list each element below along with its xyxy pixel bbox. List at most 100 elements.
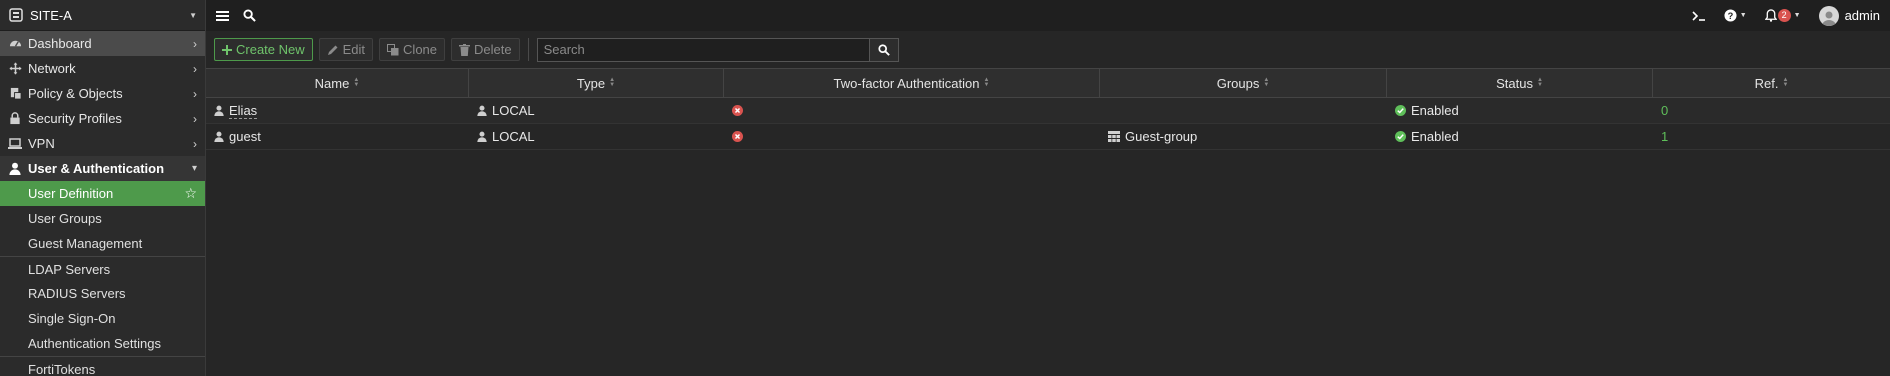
dashboard-icon	[8, 37, 22, 51]
sidebar-item-vpn[interactable]: VPN ›	[0, 131, 205, 156]
cell-ref: 1	[1653, 124, 1890, 149]
column-header-groups[interactable]: Groups ▲ ▼	[1100, 69, 1387, 97]
svg-text:?: ?	[1727, 11, 1733, 21]
sidebar-subitem-single-sign-on[interactable]: Single Sign-On	[0, 306, 205, 331]
create-new-label: Create New	[236, 42, 305, 57]
lock-icon	[8, 112, 22, 126]
user-icon	[214, 105, 224, 116]
groups-value: Guest-group	[1125, 129, 1198, 144]
caret-down-icon: ▼	[1739, 12, 1747, 19]
user-name-link[interactable]: guest	[229, 129, 261, 144]
chevron-right-icon: ›	[193, 86, 197, 101]
caret-down-icon: ▼	[189, 10, 197, 20]
sidebar-item-network[interactable]: Network ›	[0, 56, 205, 81]
sidebar-subitem-user-groups[interactable]: User Groups	[0, 206, 205, 231]
user-icon	[8, 162, 22, 176]
sidebar-item-label: Security Profiles	[28, 111, 122, 126]
sidebar-subitem-radius-servers[interactable]: RADIUS Servers	[0, 281, 205, 306]
chevron-right-icon: ›	[193, 61, 197, 76]
sidebar-subitem-label: RADIUS Servers	[28, 286, 126, 301]
sort-icon: ▲ ▼	[1782, 77, 1789, 88]
cell-status: Enabled	[1387, 98, 1653, 123]
delete-button[interactable]: Delete	[451, 38, 520, 61]
user-icon	[477, 105, 487, 116]
table-row[interactable]: Elias LOCAL Enabled 0	[206, 98, 1890, 124]
sidebar-item-security-profiles[interactable]: Security Profiles ›	[0, 106, 205, 131]
chevron-down-icon: ▾	[191, 163, 197, 174]
sidebar-subitem-authentication-settings[interactable]: Authentication Settings	[0, 331, 205, 356]
bell-icon	[1764, 9, 1777, 22]
column-header-type[interactable]: Type ▲ ▼	[469, 69, 724, 97]
sidebar: SITE-A ▼ Dashboard › Network › Policy & …	[0, 0, 206, 376]
laptop-icon	[8, 137, 22, 151]
column-header-two-factor[interactable]: Two-factor Authentication ▲ ▼	[724, 69, 1100, 97]
ref-count-link[interactable]: 1	[1661, 129, 1668, 144]
create-new-button[interactable]: Create New	[214, 38, 313, 61]
status-value: Enabled	[1411, 103, 1459, 118]
column-label: Ref.	[1754, 75, 1779, 91]
pencil-icon	[327, 44, 339, 56]
column-label: Two-factor Authentication	[833, 75, 980, 91]
ref-count-link[interactable]: 0	[1661, 103, 1668, 118]
network-icon	[8, 62, 22, 76]
table-row[interactable]: guest LOCAL Guest-group Enabled 1	[206, 124, 1890, 150]
sidebar-item-label: Policy & Objects	[28, 86, 123, 101]
sidebar-item-user-authentication[interactable]: User & Authentication ▾	[0, 156, 205, 181]
type-value: LOCAL	[492, 129, 535, 144]
sidebar-subitem-label: LDAP Servers	[28, 261, 111, 277]
search-submit-button[interactable]	[869, 37, 899, 62]
cell-type: LOCAL	[469, 124, 724, 149]
enabled-check-icon	[1395, 105, 1406, 116]
device-selector[interactable]: SITE-A ▼	[0, 0, 205, 31]
sidebar-subitem-label: User Groups	[28, 211, 102, 226]
column-label: Groups	[1216, 75, 1260, 91]
group-table-icon	[1108, 131, 1120, 142]
user-name-link[interactable]: Elias	[229, 103, 258, 119]
caret-down-icon: ▼	[1793, 12, 1801, 19]
sidebar-item-label: Network	[28, 61, 76, 76]
search-input[interactable]	[536, 37, 870, 62]
clone-icon	[387, 43, 399, 56]
cell-name: guest	[206, 124, 469, 149]
notifications-button[interactable]: 2 ▼	[1764, 9, 1801, 22]
sort-icon: ▲ ▼	[1536, 77, 1543, 88]
sidebar-subitem-guest-management[interactable]: Guest Management	[0, 231, 205, 256]
cell-groups	[1100, 98, 1387, 123]
sidebar-subitem-label: Authentication Settings	[28, 336, 161, 351]
user-menu[interactable]: admin	[1818, 5, 1880, 26]
cli-console-icon[interactable]	[1692, 10, 1706, 22]
column-header-ref[interactable]: Ref. ▲ ▼	[1653, 69, 1890, 97]
toolbar-divider	[527, 38, 529, 61]
sidebar-subitem-ldap-servers[interactable]: LDAP Servers	[0, 256, 205, 281]
star-icon[interactable]: ☆	[184, 185, 197, 202]
user-icon	[477, 131, 487, 142]
top-bar: ? ▼ 2 ▼ admin	[206, 0, 1890, 31]
sort-icon: ▲ ▼	[1263, 77, 1270, 88]
sidebar-item-policy-objects[interactable]: Policy & Objects ›	[0, 81, 205, 106]
cell-two-factor	[724, 124, 1100, 149]
help-button[interactable]: ? ▼	[1724, 9, 1747, 22]
search-box	[536, 37, 899, 62]
sidebar-subitem-user-definition[interactable]: User Definition ☆	[0, 181, 205, 206]
clone-label: Clone	[403, 42, 438, 57]
search-icon	[878, 43, 890, 56]
sidebar-item-label: User & Authentication	[28, 161, 165, 176]
sidebar-item-dashboard[interactable]: Dashboard ›	[0, 31, 205, 56]
hamburger-menu-icon[interactable]	[216, 10, 229, 22]
search-icon[interactable]	[243, 9, 256, 22]
chevron-right-icon: ›	[193, 36, 197, 51]
sidebar-item-label: VPN	[28, 136, 55, 151]
table-header: Name ▲ ▼ Type ▲ ▼ Two-factor Authenticatio…	[206, 68, 1890, 98]
column-label: Type	[576, 75, 606, 91]
edit-button[interactable]: Edit	[318, 38, 374, 61]
policy-icon	[8, 87, 22, 101]
delete-label: Delete	[474, 42, 512, 57]
column-header-name[interactable]: Name ▲ ▼	[206, 69, 469, 97]
sidebar-subitem-fortitokens[interactable]: FortiTokens	[0, 356, 205, 376]
app: SITE-A ▼ Dashboard › Network › Policy & …	[0, 0, 1890, 376]
cell-name: Elias	[206, 98, 469, 123]
clone-button[interactable]: Clone	[379, 38, 446, 61]
column-header-status[interactable]: Status ▲ ▼	[1387, 69, 1653, 97]
status-value: Enabled	[1411, 129, 1459, 144]
cell-ref: 0	[1653, 98, 1890, 123]
